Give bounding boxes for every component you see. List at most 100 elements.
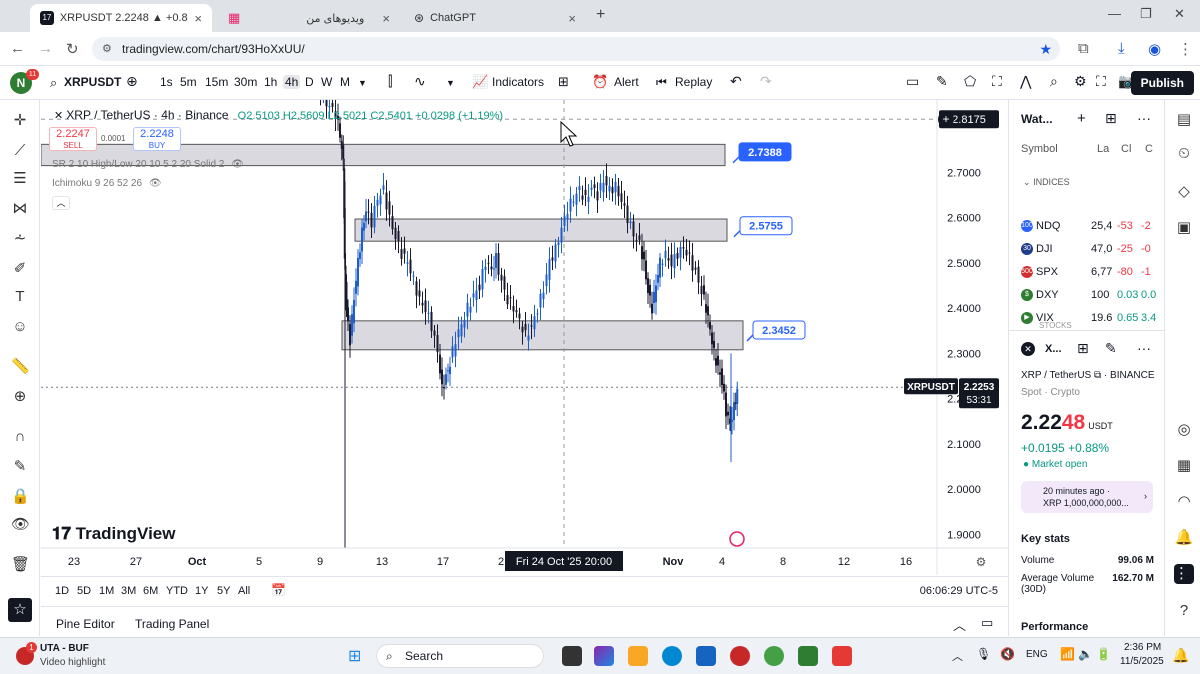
- notification-bell-icon[interactable]: 🔔: [1172, 647, 1189, 664]
- candle-body[interactable]: [530, 325, 533, 327]
- zoom-in-icon[interactable]: ⊕: [11, 388, 29, 406]
- watchlist-title[interactable]: Wat...: [1021, 112, 1053, 126]
- candle-body[interactable]: [629, 221, 632, 224]
- watchlist-row[interactable]: 100 NDQ 25,4 -53 -2: [1021, 220, 1161, 240]
- store-icon[interactable]: [696, 646, 716, 666]
- favorites-star-icon[interactable]: ☆: [8, 598, 32, 622]
- more-icon[interactable]: ···: [1137, 110, 1151, 126]
- candle-body[interactable]: [536, 313, 539, 315]
- language-indicator[interactable]: ENG: [1026, 649, 1048, 660]
- candle-body[interactable]: [406, 262, 409, 264]
- tab-chatgpt[interactable]: ⊛ ChatGPT ×: [404, 4, 586, 32]
- col-change[interactable]: Cl: [1121, 143, 1131, 155]
- undo-icon[interactable]: ↶: [730, 73, 742, 90]
- interval-1s[interactable]: 1s: [160, 75, 173, 89]
- candle-body[interactable]: [457, 329, 460, 338]
- candle-body[interactable]: [641, 246, 643, 260]
- replay-button[interactable]: Replay: [675, 75, 712, 89]
- candle-body[interactable]: [373, 205, 376, 228]
- candle-body[interactable]: [645, 260, 647, 280]
- candle-body[interactable]: [451, 346, 454, 358]
- help-icon[interactable]: ?: [1174, 602, 1194, 622]
- candle-body[interactable]: [493, 268, 495, 270]
- candle-body[interactable]: [325, 100, 328, 107]
- candle-body[interactable]: [503, 276, 506, 290]
- candle-body[interactable]: [469, 306, 472, 313]
- clock-time[interactable]: 2:36 PM: [1124, 642, 1161, 653]
- candle-body[interactable]: [733, 402, 735, 421]
- candle-body[interactable]: [578, 186, 581, 191]
- indicators-icon[interactable]: 📈: [472, 74, 488, 90]
- layouts-icon[interactable]: ⊞: [558, 74, 569, 90]
- tab-tradingview[interactable]: 17 XRPUSDT 2.2248 ▲ +0.88% no ×: [30, 4, 212, 32]
- candle-body[interactable]: [596, 191, 599, 201]
- chevron-right-icon[interactable]: ›: [1144, 490, 1147, 502]
- volume-icon[interactable]: 🔈: [1078, 647, 1093, 661]
- candle-body[interactable]: [339, 123, 341, 138]
- zoom-icon[interactable]: ⌕: [1050, 73, 1058, 90]
- candle-body[interactable]: [725, 392, 727, 417]
- replay-icon[interactable]: ⏮: [656, 75, 667, 90]
- buy-button[interactable]: 2.2248 BUY: [133, 127, 181, 151]
- edit-icon[interactable]: ✎: [1105, 340, 1117, 357]
- range-5y[interactable]: 5Y: [217, 585, 230, 597]
- watchlist-icon[interactable]: ▤: [1174, 110, 1194, 130]
- candle-body[interactable]: [524, 324, 527, 331]
- candle-body[interactable]: [697, 266, 700, 283]
- brush-icon[interactable]: ✐: [11, 260, 29, 278]
- compare-add-icon[interactable]: ⊕: [126, 73, 138, 90]
- zigzag-icon[interactable]: ⋀: [1020, 73, 1031, 90]
- candle-body[interactable]: [691, 255, 694, 271]
- candle-body[interactable]: [572, 201, 575, 203]
- candle-body[interactable]: [584, 189, 587, 196]
- lock-icon[interactable]: 🔒: [11, 488, 30, 506]
- pattern-icon[interactable]: ⋈: [11, 200, 29, 218]
- interval-m[interactable]: M: [340, 75, 350, 89]
- chevron-up-icon[interactable]: ︿: [953, 615, 966, 634]
- candle-body[interactable]: [664, 250, 667, 259]
- range-ytd[interactable]: YTD: [166, 585, 188, 597]
- advanced-view-icon[interactable]: ⊞: [1105, 110, 1117, 127]
- interval-4h[interactable]: 4h: [283, 75, 301, 89]
- bookmark-star-icon[interactable]: ★: [1039, 37, 1052, 61]
- close-tab-icon[interactable]: ×: [194, 11, 202, 26]
- candle-body[interactable]: [682, 247, 685, 249]
- candle-body[interactable]: [460, 324, 463, 337]
- candle-body[interactable]: [614, 181, 617, 193]
- candle-body[interactable]: [436, 335, 439, 353]
- candle-body[interactable]: [515, 310, 518, 313]
- candle-body[interactable]: [487, 263, 490, 265]
- tab-pine-editor[interactable]: Pine Editor: [56, 617, 115, 631]
- candle-body[interactable]: [542, 292, 545, 300]
- candle-body[interactable]: [475, 290, 478, 300]
- candle-body[interactable]: [495, 253, 497, 268]
- add-symbol-icon[interactable]: +: [1077, 110, 1086, 127]
- interval-1h[interactable]: 1h: [264, 75, 277, 89]
- eye-icon[interactable]: 👁: [149, 178, 162, 189]
- candle-body[interactable]: [557, 242, 560, 246]
- candle-body[interactable]: [376, 199, 379, 206]
- candle-body[interactable]: [490, 266, 493, 270]
- candle-body[interactable]: [449, 366, 451, 375]
- profile-icon[interactable]: ◉: [1148, 40, 1161, 58]
- edge-icon[interactable]: [662, 646, 682, 666]
- candle-body[interactable]: [700, 286, 703, 295]
- indicator-wave-icon[interactable]: ∿: [414, 73, 426, 90]
- candle-body[interactable]: [617, 186, 620, 197]
- alerts-clock-icon[interactable]: ⏲: [1174, 145, 1194, 165]
- candle-body[interactable]: [355, 280, 357, 294]
- candle-body[interactable]: [560, 227, 563, 243]
- magnet-icon[interactable]: ∩: [11, 428, 29, 446]
- chat-icon[interactable]: ▣: [1174, 218, 1194, 238]
- windows-start-icon[interactable]: ⊞: [348, 646, 361, 666]
- candle-body[interactable]: [379, 195, 382, 205]
- candle-body[interactable]: [506, 295, 509, 305]
- col-change-pct[interactable]: C: [1145, 143, 1153, 155]
- bell-icon[interactable]: 🔔: [1174, 528, 1194, 548]
- range-1d[interactable]: 1D: [55, 585, 69, 597]
- tab-trading-panel[interactable]: Trading Panel: [135, 617, 209, 631]
- candle-body[interactable]: [347, 307, 349, 322]
- range-3m[interactable]: 3M: [121, 585, 136, 597]
- candle-body[interactable]: [445, 374, 447, 385]
- indicator-ichimoku-label[interactable]: Ichimoku 9 26 52 26 👁: [52, 178, 162, 189]
